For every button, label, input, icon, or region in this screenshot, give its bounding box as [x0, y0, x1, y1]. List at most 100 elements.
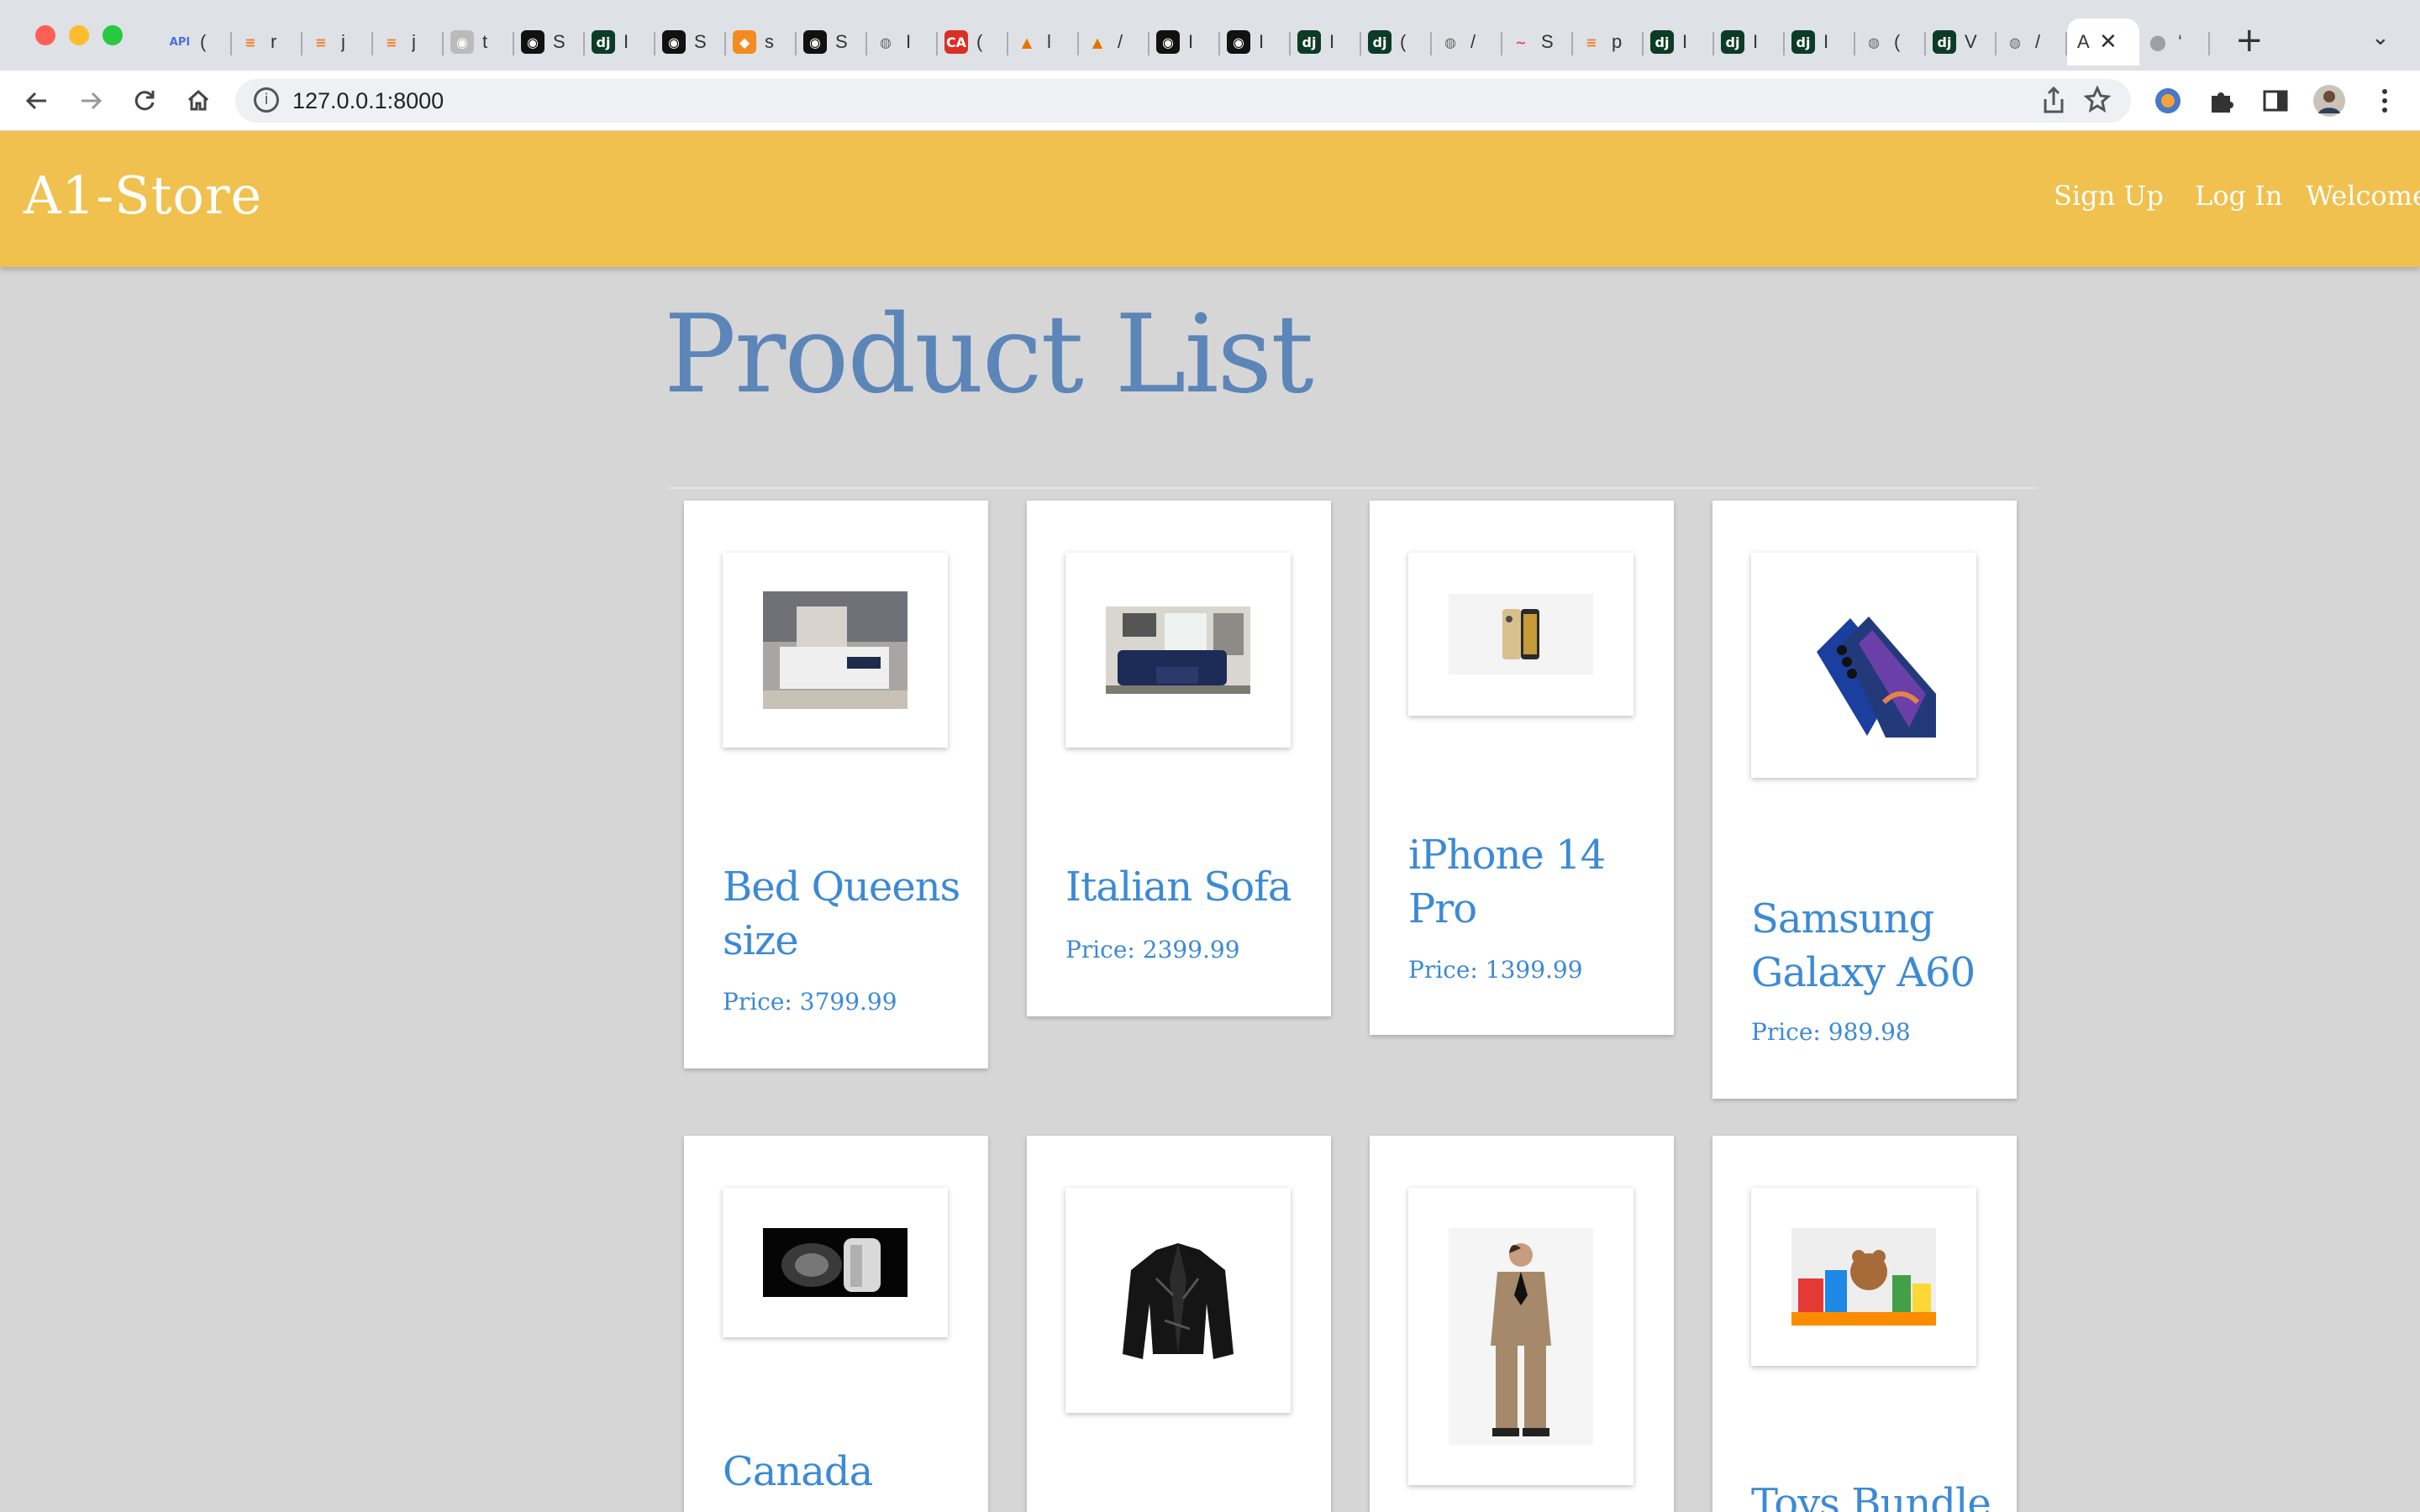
django-icon: dj: [1933, 30, 1956, 54]
browser-tab[interactable]: dj I: [1291, 18, 1361, 66]
tab-title: t: [482, 31, 488, 52]
browser-tab[interactable]: ◍ I: [867, 18, 938, 66]
site-brand-link[interactable]: A1-Store: [24, 165, 262, 226]
browser-tab[interactable]: dj I: [1714, 18, 1785, 66]
url-text[interactable]: 127.0.0.1:8000: [292, 88, 444, 114]
browser-tab[interactable]: ● ‘: [2139, 18, 2210, 66]
product-card-leather-jacket[interactable]: [1027, 1136, 1331, 1512]
product-name[interactable]: Bed Queens size: [723, 860, 966, 968]
minimize-window-button[interactable]: [69, 25, 89, 45]
ca-icon: CA: [944, 30, 968, 54]
browser-tab[interactable]: dj I: [1644, 18, 1714, 66]
django-icon: dj: [1791, 30, 1815, 54]
tab-title: (: [200, 31, 207, 52]
browser-menu-icon[interactable]: [2368, 84, 2402, 118]
tab-title: (: [1894, 31, 1901, 52]
browser-tab[interactable]: ▲ l: [1008, 18, 1079, 66]
tab-strip: API(≡ r ≡ j ≡ j ◉ t ◉ Sdj I ◉ S ◆ s ◉ S ◍ I CA(▲ l ▲ / ◉ I ◉ Idj Id…: [161, 18, 2210, 66]
tab-title: I: [1188, 31, 1194, 52]
browser-tab[interactable]: ◉ S: [514, 18, 585, 66]
product-thumbnail[interactable]: [1065, 1188, 1291, 1413]
browser-tab[interactable]: API (: [161, 18, 232, 66]
suit-image: [1449, 1228, 1593, 1445]
tab-title: j: [341, 31, 345, 52]
browser-tab[interactable]: CA (: [938, 18, 1008, 66]
product-card-suit[interactable]: [1370, 1136, 1674, 1512]
price-label: Price:: [1751, 1018, 1828, 1046]
browser-tab[interactable]: dj (: [1361, 18, 1432, 66]
globe-icon: ◍: [1868, 34, 1880, 50]
product-name[interactable]: Toys Bundle: [1751, 1477, 2020, 1512]
bookmark-star-icon[interactable]: [2083, 85, 2112, 119]
signup-link[interactable]: Sign Up: [2054, 180, 2164, 212]
product-card-bed[interactable]: Bed Queens size Price: 3799.99: [684, 501, 988, 1068]
site-info-icon[interactable]: i: [254, 87, 279, 113]
product-thumbnail[interactable]: [1065, 553, 1291, 748]
product-card-iphone[interactable]: iPhone 14 Pro Price: 1399.99: [1370, 501, 1674, 1035]
browser-tab[interactable]: ◍ /: [1996, 18, 2067, 66]
browser-tab[interactable]: dj V: [1926, 18, 1996, 66]
browser-tab[interactable]: ◉ S: [655, 18, 726, 66]
product-price: Price: 1399.99: [1408, 956, 1583, 984]
side-panel-icon[interactable]: [2259, 84, 2292, 118]
tab-search-chevron-icon[interactable]: ⌄: [2371, 25, 2390, 50]
close-window-button[interactable]: [35, 25, 55, 45]
back-button[interactable]: [18, 82, 55, 119]
product-name[interactable]: Italian Sofa: [1065, 860, 1309, 914]
browser-tab-active[interactable]: A ✕: [2067, 18, 2139, 66]
browser-tab[interactable]: ≡ p: [1573, 18, 1644, 66]
product-thumbnail[interactable]: [1408, 1188, 1634, 1485]
django-icon: dj: [1297, 30, 1321, 54]
browser-tab[interactable]: ◉ S: [797, 18, 867, 66]
address-bar[interactable]: i 127.0.0.1:8000: [235, 79, 2131, 123]
share-icon[interactable]: [2042, 86, 2065, 121]
browser-tab[interactable]: ◉ I: [1220, 18, 1291, 66]
extensions-puzzle-icon[interactable]: [2205, 84, 2238, 118]
tab-title: ‘: [2178, 31, 2182, 52]
browser-tab[interactable]: ~ S: [1502, 18, 1573, 66]
price-value: 989.98: [1828, 1018, 1911, 1046]
maximize-window-button[interactable]: [103, 25, 123, 45]
product-card-samsung[interactable]: Samsung Galaxy A60 Price: 989.98: [1712, 501, 2017, 1099]
product-card-canada[interactable]: Canada: [684, 1136, 988, 1512]
product-card-sofa[interactable]: Italian Sofa Price: 2399.99: [1027, 501, 1331, 1016]
stackoverflow-icon: ≡: [245, 34, 256, 50]
profile-avatar[interactable]: [2312, 84, 2346, 118]
browser-tab[interactable]: ◉ t: [444, 18, 514, 66]
browser-tab[interactable]: ◍(: [1855, 18, 1926, 66]
login-link[interactable]: Log In: [2195, 180, 2282, 212]
product-card-toys[interactable]: Toys Bundle: [1712, 1136, 2017, 1512]
samsung-phone-image: [1791, 593, 1936, 738]
site-navbar: A1-Store Sign Up Log In Welcome: [0, 131, 2420, 267]
new-tab-button[interactable]: +: [2235, 24, 2264, 57]
reload-button[interactable]: [126, 82, 163, 119]
extension-circle-icon[interactable]: [2151, 84, 2185, 118]
browser-tab[interactable]: ◍ /: [1432, 18, 1502, 66]
browser-tab[interactable]: dj I: [1785, 18, 1855, 66]
browser-tab[interactable]: ◆ s: [726, 18, 797, 66]
product-thumbnail[interactable]: [1751, 1188, 1976, 1366]
browser-tab[interactable]: ◉ I: [1150, 18, 1220, 66]
product-thumbnail[interactable]: [1408, 553, 1634, 716]
tab-title: /: [1118, 31, 1123, 52]
product-thumbnail[interactable]: [723, 553, 948, 748]
sofa-image: [1106, 606, 1250, 694]
stackoverflow-icon: ≡: [315, 34, 327, 50]
product-name[interactable]: iPhone 14 Pro: [1408, 828, 1652, 936]
forward-button[interactable]: [72, 82, 109, 119]
product-name[interactable]: Samsung Galaxy A60: [1751, 892, 1995, 1000]
browser-tab[interactable]: ▲ /: [1079, 18, 1150, 66]
tab-title: V: [1965, 31, 1977, 52]
browser-tab[interactable]: ≡ j: [302, 18, 373, 66]
home-button[interactable]: [180, 82, 217, 119]
tab-title: /: [1470, 31, 1476, 52]
welcome-link[interactable]: Welcome: [2306, 180, 2420, 212]
browser-tab[interactable]: dj I: [585, 18, 655, 66]
product-thumbnail[interactable]: [723, 1188, 948, 1337]
product-thumbnail[interactable]: [1751, 553, 1976, 778]
browser-tab[interactable]: ≡ r: [232, 18, 302, 66]
page-title: Product List: [664, 292, 1314, 417]
close-tab-icon[interactable]: ✕: [2099, 31, 2118, 53]
browser-tab[interactable]: ≡ j: [373, 18, 444, 66]
product-name[interactable]: Canada: [723, 1445, 966, 1499]
